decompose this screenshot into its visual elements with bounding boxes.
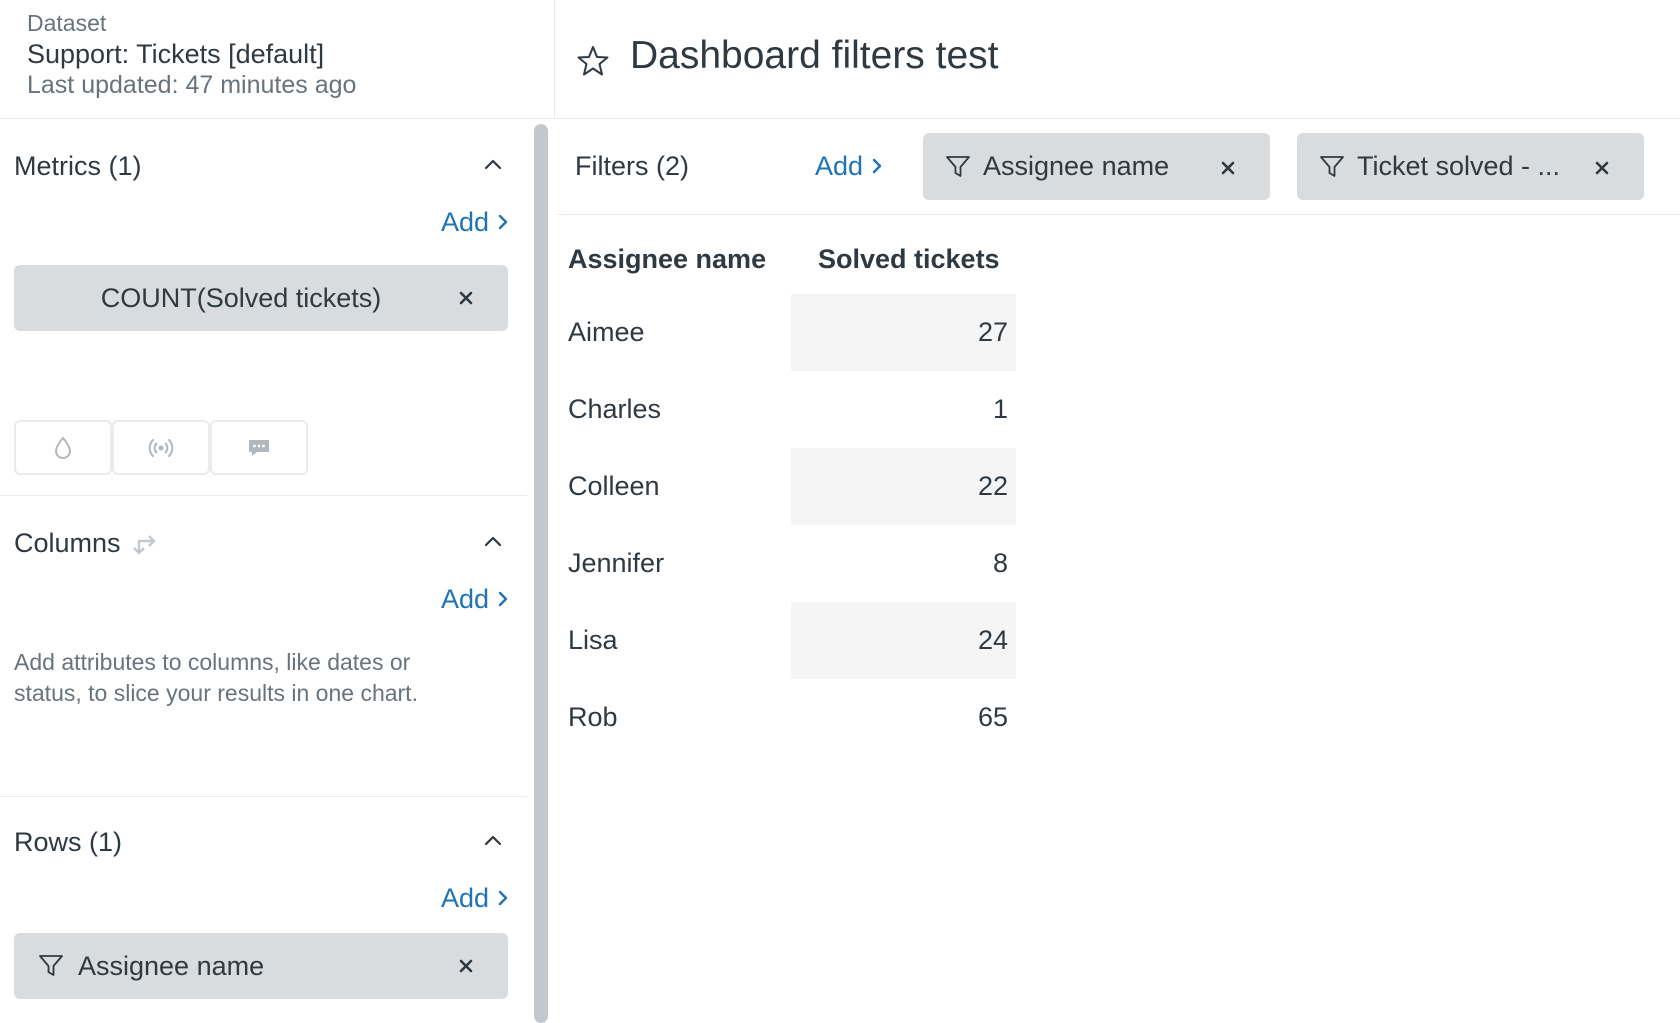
cell-solved: 8 — [992, 548, 1008, 578]
chevron-right-icon — [498, 214, 508, 230]
filter-pill-assignee[interactable]: Assignee name — [923, 133, 1270, 200]
columns-add-button[interactable]: Add — [441, 583, 509, 615]
table-row: Charles 1 — [568, 371, 1008, 448]
report-header: Dashboard filters test — [556, 0, 1680, 119]
close-icon[interactable] — [458, 958, 474, 974]
cell-solved: 65 — [977, 702, 1008, 732]
filter-pill-label: Assignee name — [983, 151, 1170, 181]
broadcast-icon — [148, 438, 174, 457]
cell-solved: 24 — [977, 625, 1008, 655]
rows-add-button[interactable]: Add — [441, 882, 509, 914]
drop-icon — [54, 435, 72, 459]
chevron-right-icon — [498, 890, 508, 906]
close-icon[interactable] — [1594, 160, 1610, 176]
table-header-assignee[interactable]: Assignee name — [568, 242, 766, 276]
swap-icon[interactable] — [132, 529, 161, 557]
dataset-label: Dataset — [27, 10, 107, 36]
metrics-add-label: Add — [440, 207, 489, 237]
table-row: Rob 65 — [568, 679, 1008, 756]
cell-solved: 27 — [977, 317, 1008, 347]
row-pill[interactable]: Assignee name — [14, 933, 508, 999]
cell-solved: 1 — [992, 394, 1008, 424]
chevron-up-icon[interactable] — [482, 830, 504, 852]
filters-add-button[interactable]: Add — [815, 150, 883, 182]
filter-pill-label: Ticket solved - ... — [1357, 151, 1561, 181]
table-header-solved[interactable]: Solved tickets — [818, 242, 1000, 276]
chevron-right-icon — [872, 158, 882, 174]
cell-assignee: Jennifer — [568, 548, 665, 578]
chat-button[interactable] — [210, 420, 308, 475]
dataset-name[interactable]: Support: Tickets [default] — [27, 38, 554, 70]
metric-pill[interactable]: COUNT(Solved tickets) — [14, 265, 508, 331]
filters-label: Filters (2) — [575, 151, 689, 181]
cell-assignee: Colleen — [568, 471, 660, 501]
columns-hint: Add attributes to columns, like dates or… — [14, 649, 418, 706]
metric-pill-label: COUNT(Solved tickets) — [100, 282, 382, 313]
columns-title: Columns — [14, 528, 121, 558]
filters-bar: Filters (2) Add Assignee name Ticket sol… — [556, 120, 1680, 215]
filter-icon — [1320, 155, 1344, 177]
query-builder-panel: Dataset Support: Tickets [default] Last … — [0, 0, 555, 1023]
cell-solved: 22 — [977, 471, 1008, 501]
chevron-up-icon[interactable] — [482, 531, 504, 553]
metrics-section: Metrics (1) Add COUNT(Solved tickets) — [0, 120, 527, 496]
close-icon[interactable] — [458, 290, 474, 306]
table-row: Colleen 22 — [568, 448, 1016, 525]
cell-assignee: Lisa — [568, 625, 618, 655]
report-title[interactable]: Dashboard filters test — [630, 34, 999, 78]
dataset-header: Dataset Support: Tickets [default] Last … — [0, 0, 554, 119]
filters-add-label: Add — [815, 151, 864, 181]
dataset-last-updated: Last updated: 47 minutes ago — [27, 71, 357, 99]
filter-pill-ticket-solved[interactable]: Ticket solved - ... — [1297, 133, 1644, 200]
table-row: Aimee 27 — [568, 294, 1016, 371]
close-icon[interactable] — [1220, 160, 1236, 176]
columns-section: Columns Add Add attributes to columns, l… — [0, 497, 527, 797]
cell-assignee: Aimee — [568, 317, 645, 347]
metrics-title: Metrics (1) — [14, 151, 142, 181]
rows-title: Rows (1) — [14, 827, 123, 857]
filter-icon — [946, 155, 970, 177]
rows-section: Rows (1) Add Assignee name — [0, 798, 527, 1023]
table-row: Jennifer 8 — [568, 525, 1008, 602]
table-row: Lisa 24 — [568, 602, 1016, 679]
visualization-toolbar — [14, 420, 308, 475]
broadcast-button[interactable] — [112, 420, 210, 475]
cell-assignee: Charles — [568, 394, 662, 424]
rows-add-label: Add — [440, 883, 489, 913]
chat-bubble-icon — [249, 439, 269, 456]
columns-add-label: Add — [440, 584, 489, 614]
columns-title-wrap: Columns — [14, 527, 161, 559]
row-pill-label: Assignee name — [78, 950, 265, 981]
metrics-add-button[interactable]: Add — [441, 206, 509, 238]
drop-button[interactable] — [14, 420, 112, 475]
cell-assignee: Rob — [568, 702, 618, 732]
chevron-right-icon — [498, 591, 508, 607]
chevron-up-icon[interactable] — [482, 154, 504, 176]
scrollbar-thumb[interactable] — [534, 124, 548, 1023]
report-panel: Dashboard filters test Filters (2) Add A… — [556, 0, 1680, 1023]
filter-icon — [39, 955, 63, 976]
star-icon[interactable] — [576, 44, 610, 78]
